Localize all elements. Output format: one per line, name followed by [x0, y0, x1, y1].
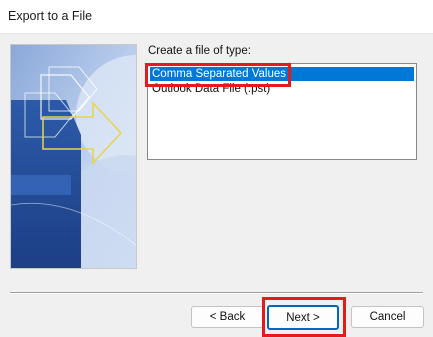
back-button[interactable]: < Back	[191, 306, 264, 328]
list-item-outlook-data-file[interactable]: Outlook Data File (.pst)	[150, 82, 270, 96]
title-bar[interactable]: Export to a File	[0, 0, 433, 34]
wizard-banner-graphic	[11, 45, 136, 268]
list-item-comma-separated-values[interactable]: Comma Separated Values	[150, 67, 414, 81]
next-button[interactable]: Next >	[267, 305, 339, 330]
file-type-listbox[interactable]: Comma Separated Values Outlook Data File…	[147, 63, 417, 160]
separator-line	[10, 292, 423, 294]
wizard-banner-image	[10, 44, 137, 269]
window-title: Export to a File	[8, 9, 93, 23]
file-type-label: Create a file of type:	[148, 45, 251, 57]
cancel-button[interactable]: Cancel	[351, 306, 424, 328]
export-dialog: Export to a File Create a file of type: …	[0, 0, 433, 337]
